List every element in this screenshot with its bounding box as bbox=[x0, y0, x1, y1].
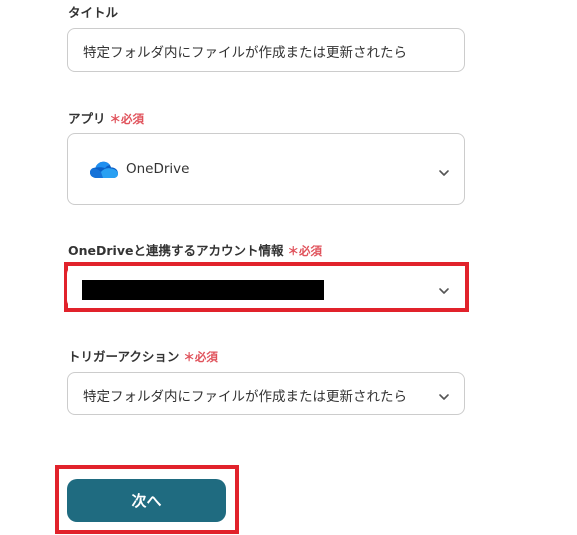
onedrive-cloud-icon bbox=[89, 160, 119, 180]
required-mark: ＊必須 bbox=[109, 112, 145, 126]
trigger-action-select[interactable]: 特定フォルダ内にファイルが作成または更新されたら bbox=[67, 372, 465, 415]
chevron-down-icon bbox=[438, 388, 450, 400]
trigger-settings-form: タイトル 特定フォルダ内にファイルが作成または更新されたら アプリ ＊必須 One… bbox=[0, 0, 577, 535]
title-input-value: 特定フォルダ内にファイルが作成または更新されたら bbox=[83, 45, 407, 61]
app-select[interactable]: OneDrive bbox=[67, 133, 465, 205]
chevron-down-icon bbox=[438, 164, 450, 176]
required-mark: ＊必須 bbox=[183, 350, 218, 364]
title-input[interactable]: 特定フォルダ内にファイルが作成または更新されたら bbox=[67, 28, 465, 72]
trigger-action-label: トリガーアクション ＊必須 bbox=[68, 349, 218, 364]
required-mark: ＊必須 bbox=[287, 244, 322, 258]
account-label: OneDriveと連携するアカウント情報 ＊必須 bbox=[68, 243, 322, 258]
next-button[interactable]: 次へ bbox=[67, 479, 226, 522]
trigger-action-value: 特定フォルダ内にファイルが作成または更新されたら bbox=[83, 389, 407, 405]
account-select[interactable] bbox=[67, 266, 465, 308]
app-label: アプリ ＊必須 bbox=[68, 111, 145, 126]
redacted-account-value bbox=[82, 280, 324, 300]
app-select-value: OneDrive bbox=[126, 161, 190, 177]
chevron-down-icon bbox=[438, 282, 450, 294]
title-label: タイトル bbox=[68, 5, 119, 20]
